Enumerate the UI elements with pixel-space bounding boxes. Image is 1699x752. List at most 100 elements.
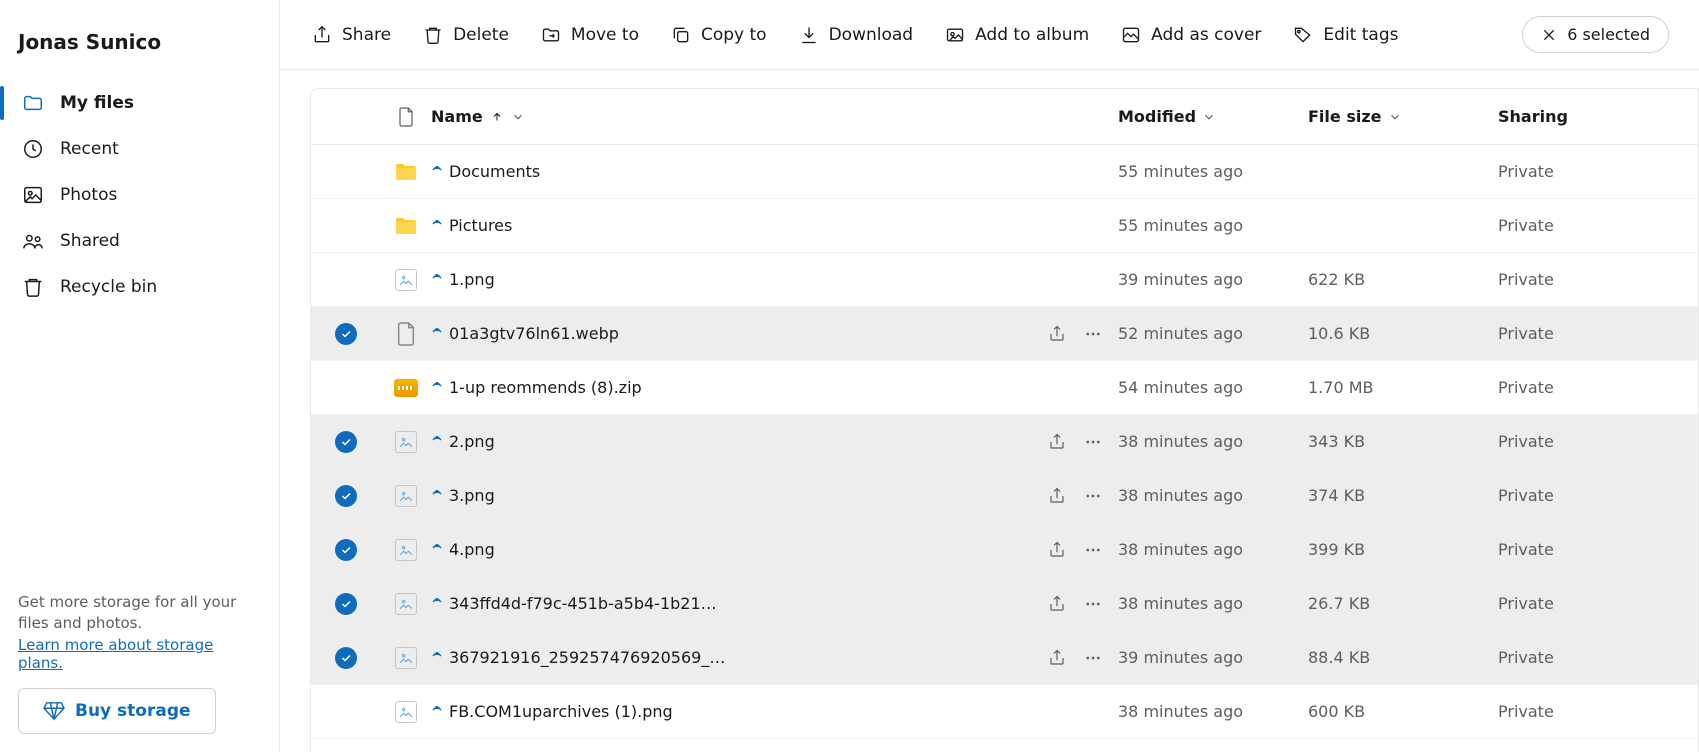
- chevron-down-icon: [1388, 110, 1402, 124]
- chevron-down-icon: [511, 110, 525, 124]
- file-modified: 39 minutes ago: [1118, 270, 1308, 289]
- row-more-button[interactable]: [1084, 541, 1102, 559]
- file-sharing: Private: [1498, 486, 1698, 505]
- file-row[interactable]: 01a3gtv76ln61.webp52 minutes ago10.6 KBP…: [311, 307, 1698, 361]
- file-row[interactable]: FB.COM1uparchives.png38 minutes ago124 K…: [311, 739, 1698, 752]
- file-size: 1.70 MB: [1308, 378, 1498, 397]
- sidebar-item-recent[interactable]: Recent: [0, 126, 279, 172]
- file-name[interactable]: Pictures: [449, 216, 512, 235]
- copy-to-button[interactable]: Copy to: [669, 21, 769, 49]
- row-checkbox[interactable]: [311, 485, 381, 507]
- shared-badge-icon: [431, 220, 443, 232]
- file-type-icon: [381, 485, 431, 507]
- row-share-button[interactable]: [1048, 487, 1066, 505]
- move-to-button[interactable]: Move to: [539, 21, 641, 49]
- cover-icon: [1121, 25, 1141, 45]
- file-name[interactable]: 2.png: [449, 432, 495, 451]
- buy-storage-button[interactable]: Buy storage: [18, 688, 216, 734]
- file-name[interactable]: 3.png: [449, 486, 495, 505]
- file-name[interactable]: 1.png: [449, 270, 495, 289]
- sidebar-item-recycle-bin[interactable]: Recycle bin: [0, 264, 279, 310]
- user-name: Jonas Sunico: [0, 22, 279, 72]
- sidebar-item-shared[interactable]: Shared: [0, 218, 279, 264]
- row-more-button[interactable]: [1084, 595, 1102, 613]
- row-share-button[interactable]: [1048, 433, 1066, 451]
- column-name-header[interactable]: Name: [431, 107, 1048, 126]
- row-more-button[interactable]: [1084, 433, 1102, 451]
- delete-button[interactable]: Delete: [421, 21, 511, 49]
- file-name[interactable]: Documents: [449, 162, 540, 181]
- column-sharing-label: Sharing: [1498, 107, 1568, 126]
- column-size-header[interactable]: File size: [1308, 107, 1498, 126]
- shared-badge-icon: [431, 544, 443, 556]
- column-header-row: Name Modified File size Sharing: [311, 89, 1698, 145]
- share-icon: [312, 25, 332, 45]
- file-row[interactable]: 2.png38 minutes ago343 KBPrivate: [311, 415, 1698, 469]
- file-name[interactable]: 1-up reommends (8).zip: [449, 378, 642, 397]
- file-size: 26.7 KB: [1308, 594, 1498, 613]
- file-modified: 55 minutes ago: [1118, 162, 1308, 181]
- share-button[interactable]: Share: [310, 21, 393, 49]
- file-sharing: Private: [1498, 432, 1698, 451]
- file-name[interactable]: FB.COM1uparchives (1).png: [449, 702, 673, 721]
- file-modified: 39 minutes ago: [1118, 648, 1308, 667]
- shared-badge-icon: [431, 490, 443, 502]
- row-more-button[interactable]: [1084, 487, 1102, 505]
- file-type-icon: [381, 647, 431, 669]
- folder-move-icon: [541, 25, 561, 45]
- file-sharing: Private: [1498, 540, 1698, 559]
- row-share-button[interactable]: [1048, 595, 1066, 613]
- file-row[interactable]: 3.png38 minutes ago374 KBPrivate: [311, 469, 1698, 523]
- selection-pill[interactable]: 6 selected: [1522, 16, 1669, 53]
- sidebar-item-my-files[interactable]: My files: [0, 80, 279, 126]
- sidebar-item-photos[interactable]: Photos: [0, 172, 279, 218]
- file-row[interactable]: 4.png 38 minutes ago399 KBPrivate: [311, 523, 1698, 577]
- row-checkbox[interactable]: [311, 431, 381, 453]
- file-row[interactable]: 1.png39 minutes ago622 KBPrivate: [311, 253, 1698, 307]
- row-share-button[interactable]: [1048, 649, 1066, 667]
- download-button[interactable]: Download: [797, 21, 916, 49]
- file-type-icon: [381, 539, 431, 561]
- row-checkbox[interactable]: [311, 647, 381, 669]
- row-share-button[interactable]: [1048, 541, 1066, 559]
- add-to-album-button[interactable]: Add to album: [943, 21, 1091, 49]
- file-row[interactable]: Documents55 minutes agoPrivate: [311, 145, 1698, 199]
- shared-badge-icon: [431, 436, 443, 448]
- row-checkbox[interactable]: [311, 593, 381, 615]
- row-more-button[interactable]: [1084, 649, 1102, 667]
- file-row[interactable]: 367921916_259257476920569_… 39 minutes ag…: [311, 631, 1698, 685]
- file-name[interactable]: 367921916_259257476920569_…: [449, 648, 725, 667]
- file-modified: 38 minutes ago: [1118, 540, 1308, 559]
- column-modified-header[interactable]: Modified: [1118, 107, 1308, 126]
- storage-learn-more-link[interactable]: Learn more about storage plans.: [18, 636, 261, 672]
- row-more-button[interactable]: [1084, 325, 1102, 343]
- file-row[interactable]: FB.COM1uparchives (1).png38 minutes ago6…: [311, 685, 1698, 739]
- column-sharing-header[interactable]: Sharing: [1498, 107, 1698, 126]
- file-row[interactable]: Pictures55 minutes agoPrivate: [311, 199, 1698, 253]
- file-type-icon: [381, 321, 431, 347]
- storage-block: Get more storage for all your files and …: [0, 592, 279, 752]
- row-share-button[interactable]: [1048, 325, 1066, 343]
- add-as-cover-button[interactable]: Add as cover: [1119, 21, 1263, 49]
- delete-label: Delete: [453, 25, 509, 45]
- buy-storage-label: Buy storage: [75, 701, 191, 721]
- file-size: 600 KB: [1308, 702, 1498, 721]
- file-size: 622 KB: [1308, 270, 1498, 289]
- file-modified: 55 minutes ago: [1118, 216, 1308, 235]
- edit-tags-button[interactable]: Edit tags: [1291, 21, 1400, 49]
- file-name[interactable]: 4.png: [449, 540, 495, 559]
- column-modified-label: Modified: [1118, 107, 1196, 126]
- file-name[interactable]: 343ffd4d-f79c-451b-a5b4-1b21…: [449, 594, 717, 613]
- file-list-container: Name Modified File size Sharing: [280, 70, 1699, 752]
- file-size: 399 KB: [1308, 540, 1498, 559]
- file-name[interactable]: 01a3gtv76ln61.webp: [449, 324, 619, 343]
- file-row[interactable]: 1-up reommends (8).zip54 minutes ago1.70…: [311, 361, 1698, 415]
- row-checkbox[interactable]: [311, 323, 381, 345]
- file-row[interactable]: 343ffd4d-f79c-451b-a5b4-1b21…38 minutes …: [311, 577, 1698, 631]
- file-sharing: Private: [1498, 594, 1698, 613]
- file-type-icon: [381, 269, 431, 291]
- file-size: 88.4 KB: [1308, 648, 1498, 667]
- file-type-icon: [381, 701, 431, 723]
- column-type-icon[interactable]: [381, 106, 431, 128]
- row-checkbox[interactable]: [311, 539, 381, 561]
